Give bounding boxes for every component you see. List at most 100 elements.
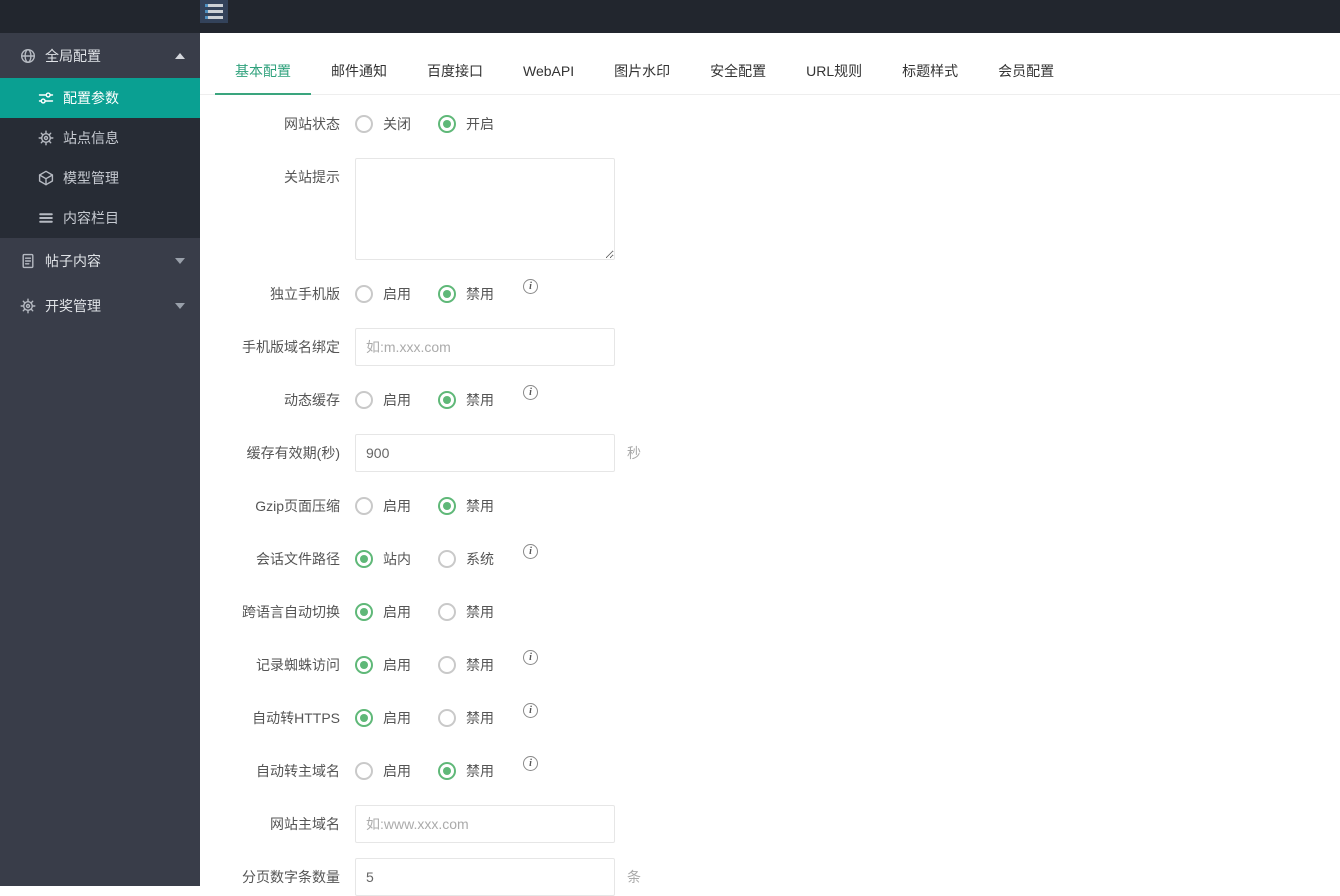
radio-option-label: 启用 (383, 392, 411, 408)
radio-option-spider-log-0[interactable]: 启用 (355, 655, 411, 675)
radio-circle-icon (438, 656, 456, 674)
form-row-page-number-count: 分页数字条数量 条 (200, 858, 1340, 896)
close-tip-textarea[interactable] (355, 158, 615, 260)
radio-option-main-domain-redirect-0[interactable]: 启用 (355, 761, 411, 781)
settings-tabs: 基本配置 邮件通知 百度接口 WebAPI 图片水印 安全配置 URL规则 标题样式 会员配置 (200, 50, 1340, 95)
radio-option-gzip-0[interactable]: 启用 (355, 496, 411, 516)
gear-icon (38, 130, 54, 146)
field-control (355, 158, 615, 260)
tab-baidu[interactable]: 百度接口 (407, 50, 503, 95)
list-icon (38, 210, 54, 226)
radio-option-gzip-1[interactable]: 禁用 (438, 496, 494, 516)
radio-option-https-redirect-1[interactable]: 禁用 (438, 708, 494, 728)
radio-option-label: 启用 (383, 498, 411, 514)
form-row-gzip: Gzip页面压缩 启用 禁用 (200, 487, 1340, 525)
field-label: 网站主域名 (270, 816, 340, 832)
field-label: 手机版域名绑定 (242, 339, 340, 355)
radio-circle-icon (355, 603, 373, 621)
field-control: 启用 禁用 i (355, 755, 538, 781)
radio-option-spider-log-1[interactable]: 禁用 (438, 655, 494, 675)
caret-down-icon (175, 257, 185, 264)
tab-security[interactable]: 安全配置 (690, 50, 786, 95)
field-label: 会话文件路径 (256, 551, 340, 567)
sidebar-item-label: 配置参数 (63, 90, 119, 106)
info-icon[interactable]: i (523, 278, 538, 294)
caret-down-icon (175, 302, 185, 309)
tab-webapi[interactable]: WebAPI (503, 50, 594, 95)
sidebar-item-site-info[interactable]: 站点信息 (0, 118, 200, 158)
form-row-lang-switch: 跨语言自动切换 启用 禁用 (200, 593, 1340, 631)
tab-basic[interactable]: 基本配置 (215, 50, 311, 95)
radio-option-mobile-version-0[interactable]: 启用 (355, 284, 411, 304)
field-control: 条 (355, 858, 641, 896)
radio-option-label: 启用 (383, 763, 411, 779)
radio-option-mobile-version-1[interactable]: 禁用 (438, 284, 494, 304)
radio-option-site-status-0[interactable]: 关闭 (355, 114, 411, 134)
form-row-cache-expire: 缓存有效期(秒) 秒 (200, 434, 1340, 472)
radio-circle-icon (438, 285, 456, 303)
sidebar-item-config-params[interactable]: 配置参数 (0, 78, 200, 118)
tab-url-rules[interactable]: URL规则 (786, 50, 882, 95)
tab-title-style[interactable]: 标题样式 (882, 50, 978, 95)
sidebar-item-post-content[interactable]: 帖子内容 (0, 238, 200, 283)
field-control: 启用 禁用 (355, 602, 521, 622)
sidebar-item-label: 全局配置 (45, 47, 101, 64)
form-row-main-domain: 网站主域名 (200, 805, 1340, 843)
sidebar-submenu: 配置参数站点信息模型管理内容栏目 (0, 78, 200, 238)
sidebar-item-content-columns[interactable]: 内容栏目 (0, 198, 200, 238)
tab-email[interactable]: 邮件通知 (311, 50, 407, 95)
info-icon[interactable]: i (523, 649, 538, 665)
info-icon[interactable]: i (523, 755, 538, 771)
cache-expire-input[interactable] (355, 434, 615, 472)
radio-option-dynamic-cache-0[interactable]: 启用 (355, 390, 411, 410)
radio-option-site-status-1[interactable]: 开启 (438, 114, 494, 134)
radio-circle-icon (438, 391, 456, 409)
radio-option-dynamic-cache-1[interactable]: 禁用 (438, 390, 494, 410)
main-domain-input[interactable] (355, 805, 615, 843)
radio-option-label: 关闭 (383, 116, 411, 132)
hamburger-icon (205, 4, 223, 7)
mobile-domain-input[interactable] (355, 328, 615, 366)
radio-option-label: 禁用 (466, 604, 494, 620)
radio-option-label: 站内 (383, 551, 411, 567)
radio-circle-icon (355, 115, 373, 133)
form-row-mobile-domain: 手机版域名绑定 (200, 328, 1340, 366)
field-control: 启用 禁用 i (355, 649, 538, 675)
sidebar-item-lottery-manage[interactable]: 开奖管理 (0, 283, 200, 328)
radio-option-https-redirect-0[interactable]: 启用 (355, 708, 411, 728)
sidebar-item-model-manage[interactable]: 模型管理 (0, 158, 200, 198)
radio-option-lang-switch-1[interactable]: 禁用 (438, 602, 494, 622)
radio-option-label: 系统 (466, 551, 494, 567)
field-label: 自动转HTTPS (252, 710, 340, 726)
sliders-icon (38, 90, 54, 106)
tab-member[interactable]: 会员配置 (978, 50, 1074, 95)
radio-option-lang-switch-0[interactable]: 启用 (355, 602, 411, 622)
radio-option-label: 启用 (383, 657, 411, 673)
form-row-site-status: 网站状态 关闭 开启 (200, 105, 1340, 143)
radio-option-session-path-0[interactable]: 站内 (355, 549, 411, 569)
field-control: 关闭 开启 (355, 114, 521, 134)
info-icon[interactable]: i (523, 702, 538, 718)
field-label: 网站状态 (284, 116, 340, 132)
field-label: 关站提示 (284, 169, 340, 185)
info-icon[interactable]: i (523, 384, 538, 400)
field-control: 启用 禁用 (355, 496, 521, 516)
info-icon[interactable]: i (523, 543, 538, 559)
radio-circle-icon (438, 709, 456, 727)
radio-option-main-domain-redirect-1[interactable]: 禁用 (438, 761, 494, 781)
form-row-main-domain-redirect: 自动转主域名 启用 禁用 i (200, 752, 1340, 790)
form-row-dynamic-cache: 动态缓存 启用 禁用 i (200, 381, 1340, 419)
radio-circle-icon (438, 550, 456, 568)
sidebar-item-label: 模型管理 (63, 170, 119, 186)
menu-toggle-button[interactable] (200, 0, 228, 23)
sidebar-item-label: 帖子内容 (45, 252, 101, 269)
sidebar-item-global-config[interactable]: 全局配置 (0, 33, 200, 78)
radio-circle-icon (438, 115, 456, 133)
tab-watermark[interactable]: 图片水印 (594, 50, 690, 95)
form-row-spider-log: 记录蜘蛛访问 启用 禁用 i (200, 646, 1340, 684)
sidebar-item-label: 内容栏目 (63, 210, 119, 226)
field-control (355, 328, 615, 366)
field-label: 独立手机版 (270, 286, 340, 302)
page-number-count-input[interactable] (355, 858, 615, 896)
radio-option-session-path-1[interactable]: 系统 (438, 549, 494, 569)
